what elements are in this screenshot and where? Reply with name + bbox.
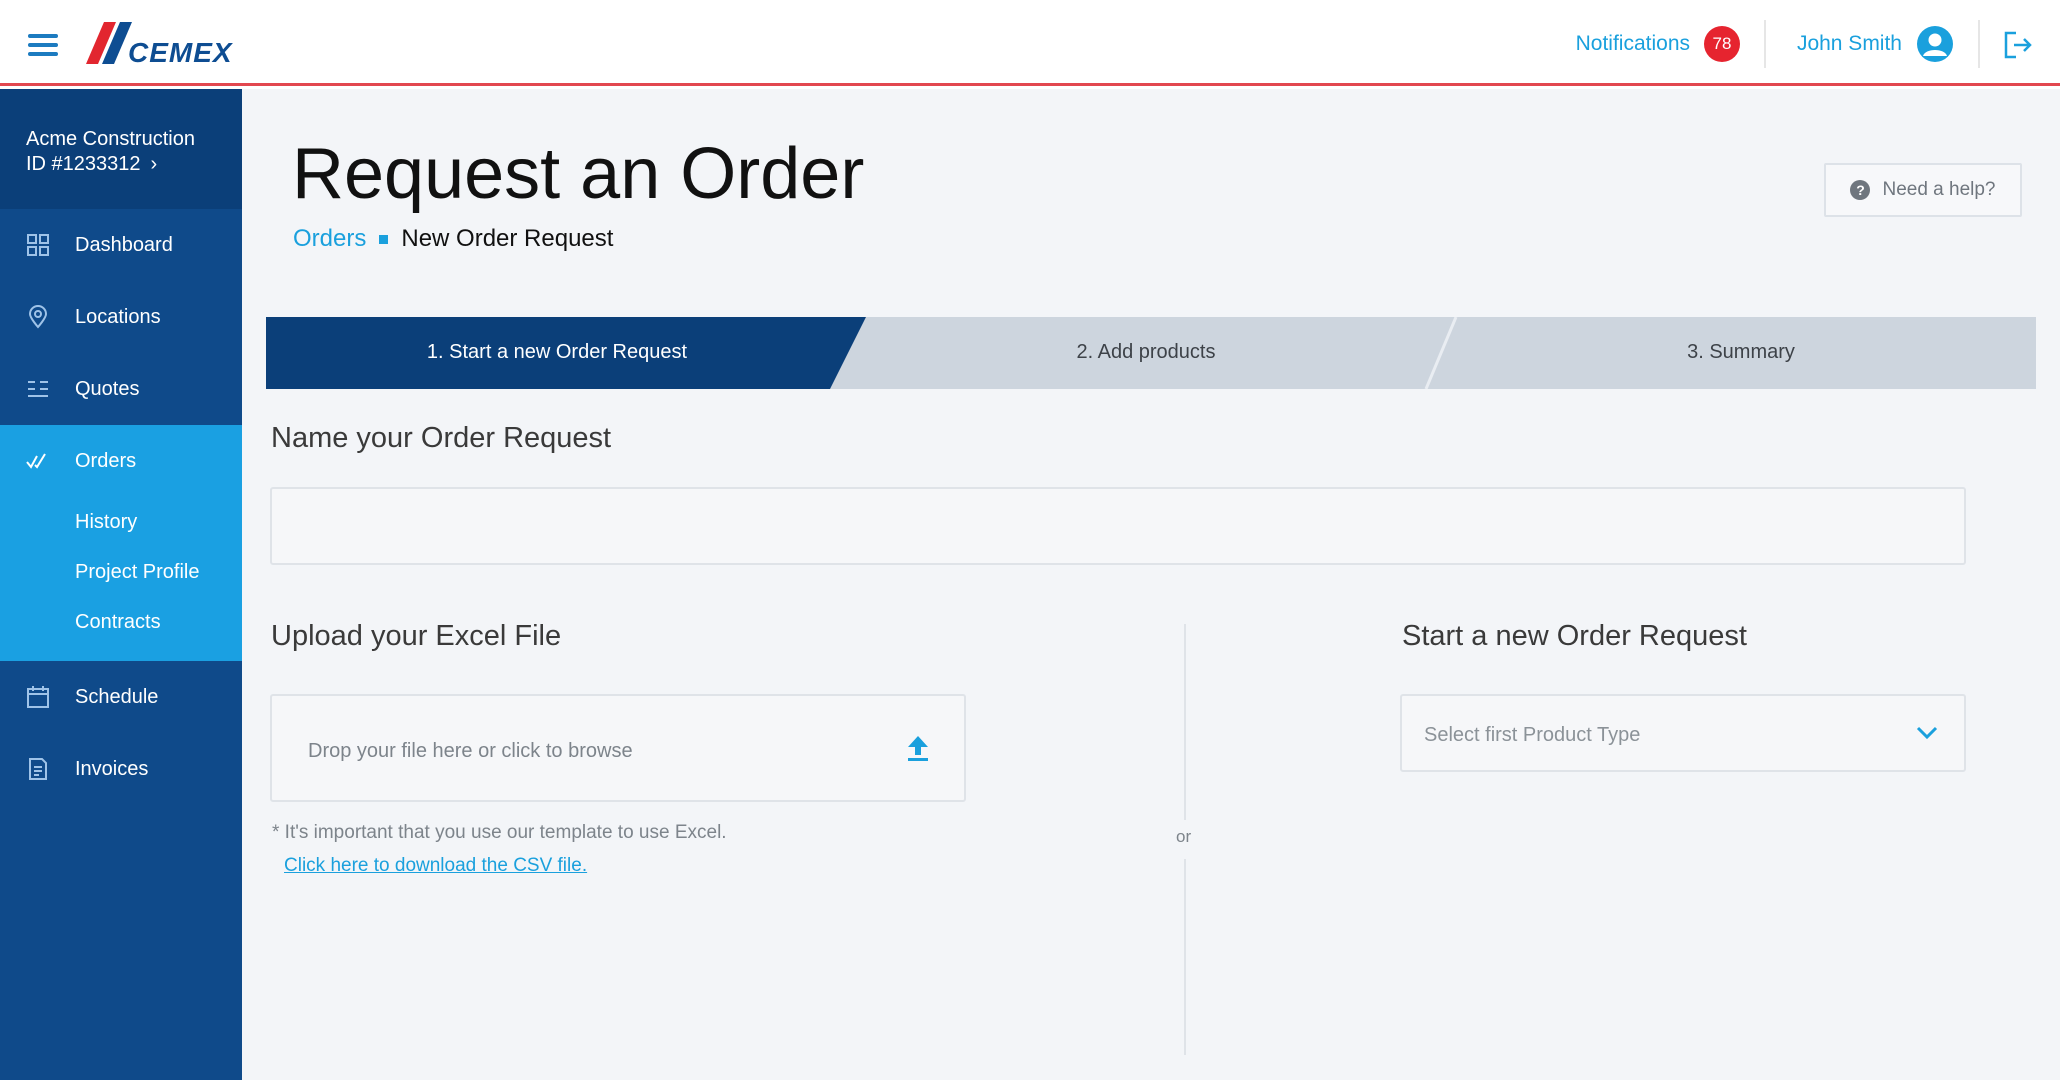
user-avatar-icon [1917,26,1953,62]
invoice-icon [29,758,47,780]
file-dropzone[interactable]: Drop your file here or click to browse [270,694,966,802]
template-note: * It's important that you use our templa… [272,822,727,843]
sidebar-item-invoices[interactable]: Invoices [0,733,242,805]
sidebar-item-label: Dashboard [75,233,173,256]
breadcrumb: Orders New Order Request [293,225,613,253]
or-separator: or [1176,827,1192,846]
help-button[interactable]: ? Need a help? [1824,163,2022,217]
download-csv-link[interactable]: Click here to download the CSV file. [284,855,587,877]
logout-icon[interactable] [2002,30,2034,60]
sidebar-item-locations[interactable]: Locations [0,281,242,353]
location-pin-icon [28,305,48,329]
notifications-label: Notifications [1575,32,1690,55]
top-bar: CEMEX Notifications 78 John Smith [0,0,2060,86]
sidebar-item-schedule[interactable]: Schedule [0,661,242,733]
chevron-right-icon: › [150,153,158,175]
step-3[interactable]: 3. Summary [1446,341,2036,364]
sidebar-item-label: Locations [75,305,161,328]
sidebar-item-label: Quotes [75,377,140,400]
breadcrumb-current: New Order Request [401,225,614,252]
sidebar-subitem-contracts[interactable]: Contracts [0,597,242,647]
sidebar-item-label: Orders [75,449,137,472]
user-menu[interactable]: John Smith [1797,24,1954,64]
step-2[interactable]: 2. Add products [856,341,1436,364]
product-type-select[interactable]: Select first Product Type [1400,694,1966,772]
user-name: John Smith [1796,32,1902,55]
question-icon: ? [1850,180,1871,200]
sidebar-subitem-history[interactable]: History [0,497,242,547]
breadcrumb-separator [379,234,389,244]
account-name: Acme Construction [26,128,195,150]
sidebar-item-label: Invoices [75,757,149,780]
order-name-input[interactable] [270,487,1966,565]
brand-wordmark: CEMEX [128,37,234,68]
double-check-icon [26,453,46,469]
hamburger-menu-icon[interactable] [28,34,58,56]
sidebar-orders-section: Orders History Project Profile Contracts [0,425,242,661]
help-button-label: Need a help? [1882,179,1996,200]
chevron-down-icon [1916,726,1938,740]
header-divider [1764,20,1766,68]
header-divider [1978,20,1980,68]
quotes-list-icon [28,381,48,397]
notifications-button[interactable]: Notifications 78 [1576,24,1740,64]
section-divider [1184,859,1186,1055]
product-type-placeholder: Select first Product Type [1424,724,1641,746]
section-divider [1184,624,1186,820]
breadcrumb-orders-link[interactable]: Orders [293,225,366,253]
page-title: Request an Order [292,134,865,214]
calendar-icon [27,686,49,708]
name-section-title: Name your Order Request [271,422,612,454]
sidebar-item-quotes[interactable]: Quotes [0,353,242,425]
order-stepper: 1. Start a new Order Request 2. Add prod… [266,317,2036,389]
cemex-logo[interactable]: CEMEX [86,20,262,70]
step-1[interactable]: 1. Start a new Order Request [266,341,848,364]
new-order-section-title: Start a new Order Request [1402,620,1747,652]
main-content: Request an Order Orders New Order Reques… [242,89,2060,1080]
upload-section-title: Upload your Excel File [271,620,562,652]
dropzone-text: Drop your file here or click to browse [308,740,633,762]
sidebar-item-dashboard[interactable]: Dashboard [0,209,242,281]
upload-icon [908,736,928,761]
account-id: ID #1233312 [26,153,141,175]
dashboard-icon [27,234,49,256]
account-selector[interactable]: Acme Construction ID #1233312 › [0,89,242,209]
sidebar: Acme Construction ID #1233312 › Dashboard… [0,89,242,1080]
sidebar-item-label: Schedule [75,685,159,708]
notifications-count-badge: 78 [1704,26,1740,62]
sidebar-item-orders[interactable]: Orders [0,425,242,497]
sidebar-subitem-project-profile[interactable]: Project Profile [0,547,242,597]
